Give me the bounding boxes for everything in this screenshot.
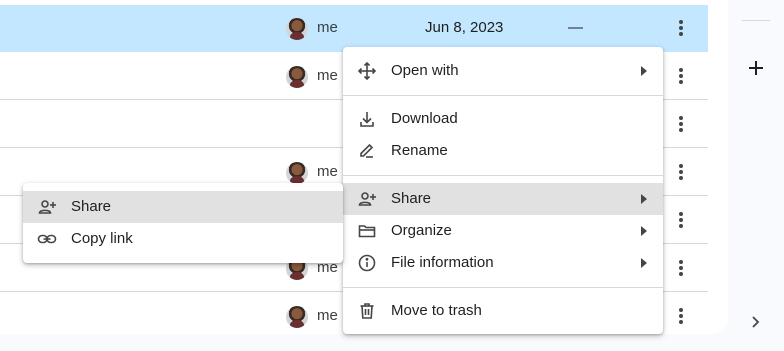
- menu-item-label: Rename: [391, 142, 448, 159]
- more-actions-icon[interactable]: [670, 160, 692, 184]
- menu-divider: [343, 287, 663, 288]
- submenu-item-share[interactable]: Share: [23, 191, 343, 223]
- avatar: [286, 66, 308, 88]
- menu-item-open-with[interactable]: Open with: [343, 55, 663, 87]
- open-with-icon: [357, 61, 377, 81]
- more-actions-icon[interactable]: [670, 112, 692, 136]
- submenu-item-copy-link[interactable]: Copy link: [23, 223, 343, 255]
- context-menu: Open with Download Rename Share Organize…: [343, 47, 663, 334]
- download-icon: [357, 109, 377, 129]
- menu-item-file-information[interactable]: File information: [343, 247, 663, 279]
- last-modified-date: Jun 8, 2023: [425, 19, 504, 36]
- submenu-item-label: Copy link: [71, 230, 133, 247]
- submenu-arrow-icon: [641, 66, 647, 76]
- submenu-arrow-icon: [641, 258, 647, 268]
- menu-item-label: Organize: [391, 222, 452, 239]
- owner-label: me: [317, 19, 338, 36]
- owner-label: me: [317, 307, 338, 324]
- owner-label: me: [317, 163, 338, 180]
- more-actions-icon[interactable]: [670, 208, 692, 232]
- share-icon: [357, 189, 377, 209]
- menu-item-organize[interactable]: Organize: [343, 215, 663, 247]
- divider: [742, 20, 770, 21]
- menu-item-label: Download: [391, 110, 458, 127]
- menu-divider: [343, 175, 663, 176]
- folder-icon: [357, 221, 377, 241]
- avatar: [286, 162, 308, 184]
- share-submenu: Share Copy link: [23, 183, 343, 263]
- menu-item-move-to-trash[interactable]: Move to trash: [343, 295, 663, 327]
- rename-icon: [357, 141, 377, 161]
- more-actions-icon[interactable]: [670, 256, 692, 280]
- menu-item-label: File information: [391, 254, 494, 271]
- menu-item-download[interactable]: Download: [343, 103, 663, 135]
- link-icon: [37, 229, 57, 249]
- avatar: [286, 306, 308, 328]
- side-panel-rail: [728, 0, 784, 351]
- person-add-icon: [37, 197, 57, 217]
- more-actions-icon[interactable]: [670, 304, 692, 328]
- menu-divider: [343, 95, 663, 96]
- submenu-item-label: Share: [71, 198, 112, 215]
- chevron-right-icon[interactable]: [749, 313, 763, 331]
- submenu-arrow-icon: [641, 226, 647, 236]
- menu-item-label: Open with: [391, 62, 459, 79]
- file-row[interactable]: me Jun 8, 2023 —: [0, 5, 708, 52]
- menu-item-share[interactable]: Share: [343, 183, 663, 215]
- more-actions-icon[interactable]: [670, 64, 692, 88]
- menu-item-label: Move to trash: [391, 302, 482, 319]
- info-icon: [357, 253, 377, 273]
- plus-icon[interactable]: [745, 57, 767, 79]
- more-actions-icon[interactable]: [670, 16, 692, 40]
- avatar: [286, 18, 308, 40]
- submenu-arrow-icon: [641, 194, 647, 204]
- menu-item-rename[interactable]: Rename: [343, 135, 663, 167]
- owner-label: me: [317, 67, 338, 84]
- menu-item-label: Share: [391, 190, 432, 207]
- file-size: —: [568, 19, 583, 36]
- trash-icon: [357, 301, 377, 321]
